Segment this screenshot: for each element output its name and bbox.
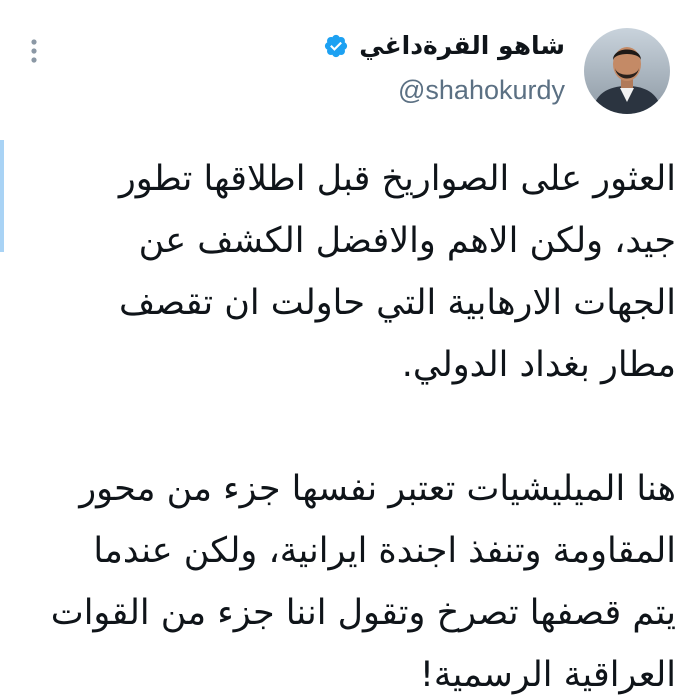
tweet-line: هنا الميليشيات تعتبر نفسها جزء من محور [79,469,676,509]
author-name-row[interactable]: شاهو القرةداغي [323,28,565,64]
more-vertical-icon [31,39,37,63]
tweet-text: العثور على الصواريخ قبل اطلاقها تطور جيد… [16,148,676,699]
verified-badge-icon [325,34,348,58]
tweet-line: المقاومة وتنفذ اجندة ايرانية، ولكن عندما [93,531,676,571]
tweet-line: العثور على الصواريخ قبل اطلاقها تطور [118,159,676,199]
tweet-line: يتم قصفها تصرخ وتقول اننا جزء من القوات [50,593,676,633]
tweet-accent-bar [0,140,4,252]
tweet-line: الجهات الارهابية التي حاولت ان تقصف [119,283,676,323]
author-display-name: شاهو القرةداغي [359,31,565,60]
tweet-line: جيد، ولكن الاهم والافضل الكشف عن [138,221,676,261]
more-options-button[interactable] [24,36,44,66]
tweet-line: العراقية الرسمية! [419,655,676,695]
avatar[interactable] [584,28,670,114]
tweet-line: مطار بغداد الدولي. [401,345,676,385]
author-handle[interactable]: @shahokurdy [398,72,565,108]
profile-photo [584,28,670,114]
